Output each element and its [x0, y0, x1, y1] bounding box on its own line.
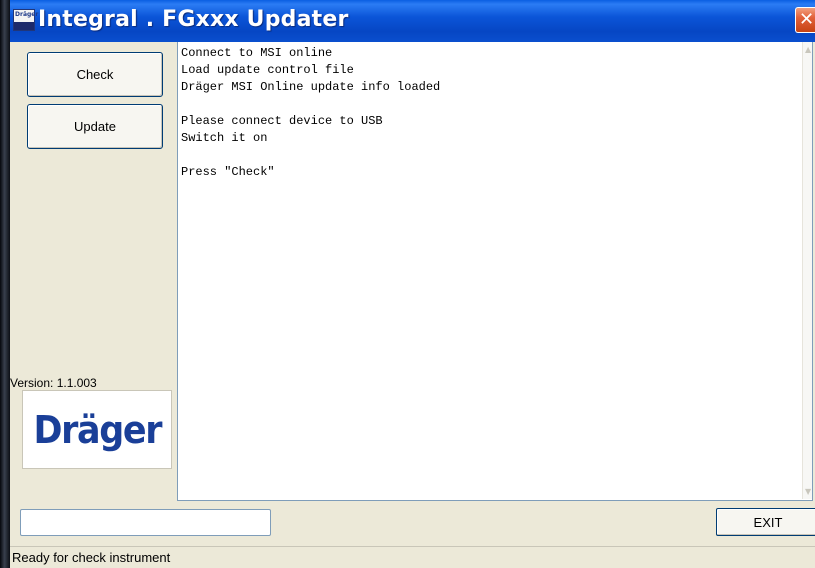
check-button-label: Check	[76, 67, 114, 82]
update-button-label: Update	[74, 119, 116, 134]
scroll-up-icon[interactable]: ▲	[805, 45, 811, 54]
log-line: Switch it on	[181, 131, 268, 145]
log-line: Connect to MSI online	[181, 46, 333, 60]
update-button[interactable]: Update	[27, 104, 163, 149]
close-button[interactable]: ✕	[795, 7, 815, 33]
drager-app-icon: Dräger	[13, 9, 39, 31]
log-scrollbar[interactable]: ▲ ▼	[802, 42, 812, 499]
desktop-edge	[0, 0, 10, 568]
status-bar: Ready for check instrument	[10, 546, 815, 568]
title-bar[interactable]: Dräger Integral . FGxxx Updater ✕	[10, 0, 815, 42]
updater-window: Dräger Integral . FGxxx Updater ✕ Check …	[10, 0, 815, 568]
log-line: Press "Check"	[181, 165, 275, 179]
close-icon: ✕	[799, 9, 815, 30]
app-icon-text: Dräger	[15, 11, 39, 18]
status-text: Ready for check instrument	[12, 550, 171, 565]
window-title: Integral . FGxxx Updater	[38, 7, 349, 32]
exit-button[interactable]: EXIT	[716, 508, 815, 536]
drager-logo: Dräger	[22, 390, 172, 469]
log-output[interactable]: Connect to MSI online Load update contro…	[177, 42, 813, 501]
log-line: Dräger MSI Online update info loaded	[181, 80, 441, 94]
app-icon-band	[14, 22, 34, 30]
scroll-down-icon[interactable]: ▼	[805, 487, 811, 496]
progress-field	[20, 509, 271, 536]
check-button[interactable]: Check	[27, 52, 163, 97]
logo-text: Dräger	[33, 407, 162, 452]
log-line: Please connect device to USB	[181, 114, 383, 128]
log-line: Load update control file	[181, 63, 354, 77]
version-label: Version: 1.1.003	[10, 376, 97, 390]
exit-button-label: EXIT	[753, 514, 783, 530]
